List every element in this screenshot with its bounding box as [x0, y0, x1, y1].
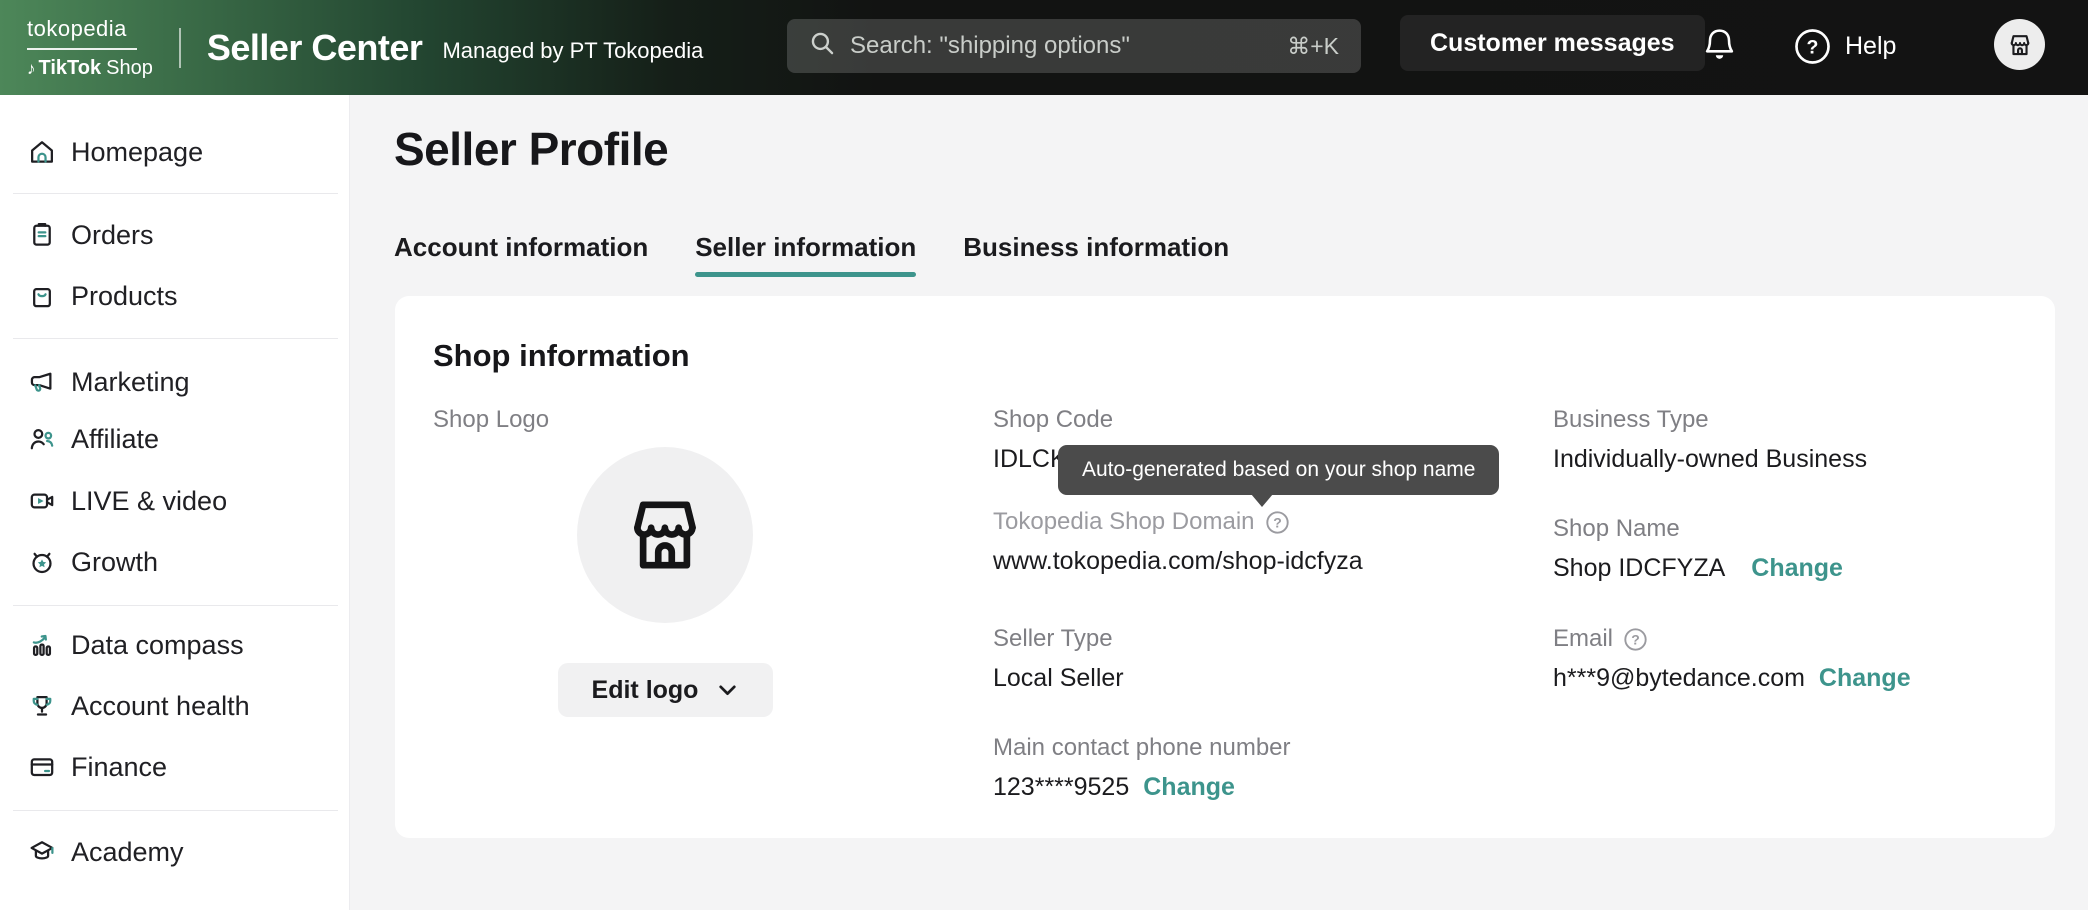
top-header: tokopedia ♪ TikTok Shop Seller Center Ma…	[0, 0, 2088, 95]
storefront-icon	[615, 485, 715, 585]
notification-bell-icon[interactable]	[1700, 25, 1739, 73]
help-icon: ?	[1793, 27, 1832, 66]
academy-icon	[27, 837, 57, 867]
shop-information-card: Shop information Shop Logo Edit logo Sho…	[395, 296, 2055, 838]
header-vertical-divider	[179, 28, 181, 68]
email-value: h***9@bytedance.com	[1553, 663, 1805, 693]
tab-seller-information[interactable]: Seller information	[695, 232, 916, 263]
search-icon	[809, 30, 836, 62]
search-input[interactable]	[850, 32, 1273, 60]
edit-logo-button[interactable]: Edit logo	[558, 663, 773, 717]
shop-name-label: Shop Name	[1553, 515, 1843, 543]
data-compass-icon	[27, 630, 57, 660]
brand-divider	[27, 48, 137, 50]
sidebar-item-orders[interactable]: Orders	[27, 213, 154, 257]
field-shop-name: Shop Name Shop IDCFYZA Change	[1553, 515, 1843, 583]
tab-business-information[interactable]: Business information	[963, 232, 1229, 263]
sidebar-item-data-compass[interactable]: Data compass	[27, 623, 244, 667]
products-icon	[27, 281, 57, 311]
phone-label: Main contact phone number	[993, 734, 1291, 762]
sidebar-item-academy[interactable]: Academy	[27, 830, 184, 874]
help-menu[interactable]: ? Help	[1793, 27, 1896, 66]
tiktok-label: TikTok	[39, 57, 102, 80]
tabs: Account information Seller information Bus…	[394, 232, 1229, 263]
home-icon	[27, 137, 57, 167]
question-circle-icon[interactable]: ?	[1623, 627, 1648, 652]
sidebar-item-account-health[interactable]: Account health	[27, 684, 250, 728]
shop-code-label: Shop Code	[993, 406, 1113, 434]
sidebar-item-affiliate[interactable]: Affiliate	[27, 417, 159, 461]
sidebar-divider	[13, 193, 338, 194]
change-email-link[interactable]: Change	[1819, 664, 1911, 693]
page-title: Seller Profile	[394, 122, 668, 176]
edit-logo-label: Edit logo	[592, 676, 699, 705]
shop-avatar[interactable]	[1994, 19, 2045, 70]
sidebar-divider	[13, 338, 338, 339]
marketing-icon	[27, 367, 57, 397]
card-title: Shop information	[433, 338, 690, 374]
tooltip-arrow	[1251, 494, 1273, 507]
growth-icon	[27, 547, 57, 577]
search-shortcut-hint: ⌘+K	[1287, 33, 1339, 60]
sidebar-item-marketing[interactable]: Marketing	[27, 360, 190, 404]
field-seller-type: Seller Type Local Seller	[993, 625, 1124, 693]
sidebar-item-growth[interactable]: Growth	[27, 540, 158, 584]
sidebar-item-homepage[interactable]: Homepage	[27, 130, 203, 174]
svg-text:?: ?	[1273, 514, 1282, 530]
sidebar-nav: Homepage Orders Products Marketing Affiliate…	[0, 95, 350, 910]
change-phone-link[interactable]: Change	[1143, 773, 1235, 802]
finance-icon	[27, 752, 57, 782]
sidebar-item-products[interactable]: Products	[27, 274, 178, 318]
tooltip: Auto-generated based on your shop name	[1058, 445, 1499, 495]
question-circle-icon[interactable]: ?	[1265, 510, 1290, 535]
sidebar-divider	[13, 605, 338, 606]
seller-type-value: Local Seller	[993, 663, 1124, 693]
field-business-type: Business Type Individually-owned Busines…	[1553, 406, 1867, 474]
affiliate-icon	[27, 424, 57, 454]
sidebar-divider	[13, 810, 338, 811]
shop-name-value: Shop IDCFYZA	[1553, 553, 1725, 583]
brand-logo[interactable]: tokopedia ♪ TikTok Shop	[27, 16, 153, 80]
shop-domain-value: www.tokopedia.com/shop-idcfyza	[993, 546, 1363, 576]
managed-by-text: Managed by PT Tokopedia	[442, 32, 703, 64]
phone-value: 123****9525	[993, 772, 1129, 802]
seller-type-label: Seller Type	[993, 625, 1124, 653]
orders-icon	[27, 220, 57, 250]
tiktok-note-icon: ♪	[27, 59, 36, 79]
app-title: Seller Center	[207, 27, 423, 69]
svg-text:?: ?	[1807, 37, 1819, 59]
field-shop-domain: Tokopedia Shop Domain ? www.tokopedia.co…	[993, 508, 1363, 576]
storefront-icon	[2005, 30, 2035, 60]
sidebar-item-finance[interactable]: Finance	[27, 745, 167, 789]
field-email: Email ? h***9@bytedance.com Change	[1553, 625, 1911, 693]
shop-logo-image	[577, 447, 753, 623]
sidebar-item-live-video[interactable]: LIVE & video	[27, 479, 227, 523]
business-type-label: Business Type	[1553, 406, 1867, 434]
tokopedia-wordmark: tokopedia	[27, 16, 153, 42]
shop-logo-label: Shop Logo	[433, 406, 549, 434]
email-label: Email	[1553, 625, 1613, 653]
customer-messages-button[interactable]: Customer messages	[1400, 15, 1705, 71]
field-phone: Main contact phone number 123****9525 Ch…	[993, 734, 1291, 802]
shop-label: Shop	[106, 57, 153, 80]
chevron-down-icon	[716, 679, 739, 702]
tiktok-shop-wordmark: ♪ TikTok Shop	[27, 57, 153, 80]
global-search-bar[interactable]: ⌘+K	[787, 19, 1361, 73]
shop-domain-label: Tokopedia Shop Domain	[993, 508, 1255, 536]
business-type-value: Individually-owned Business	[1553, 444, 1867, 474]
help-label: Help	[1845, 32, 1896, 61]
change-shop-name-link[interactable]: Change	[1751, 554, 1843, 583]
account-health-icon	[27, 691, 57, 721]
live-video-icon	[27, 486, 57, 516]
svg-text:?: ?	[1631, 631, 1640, 647]
tab-account-information[interactable]: Account information	[394, 232, 648, 263]
